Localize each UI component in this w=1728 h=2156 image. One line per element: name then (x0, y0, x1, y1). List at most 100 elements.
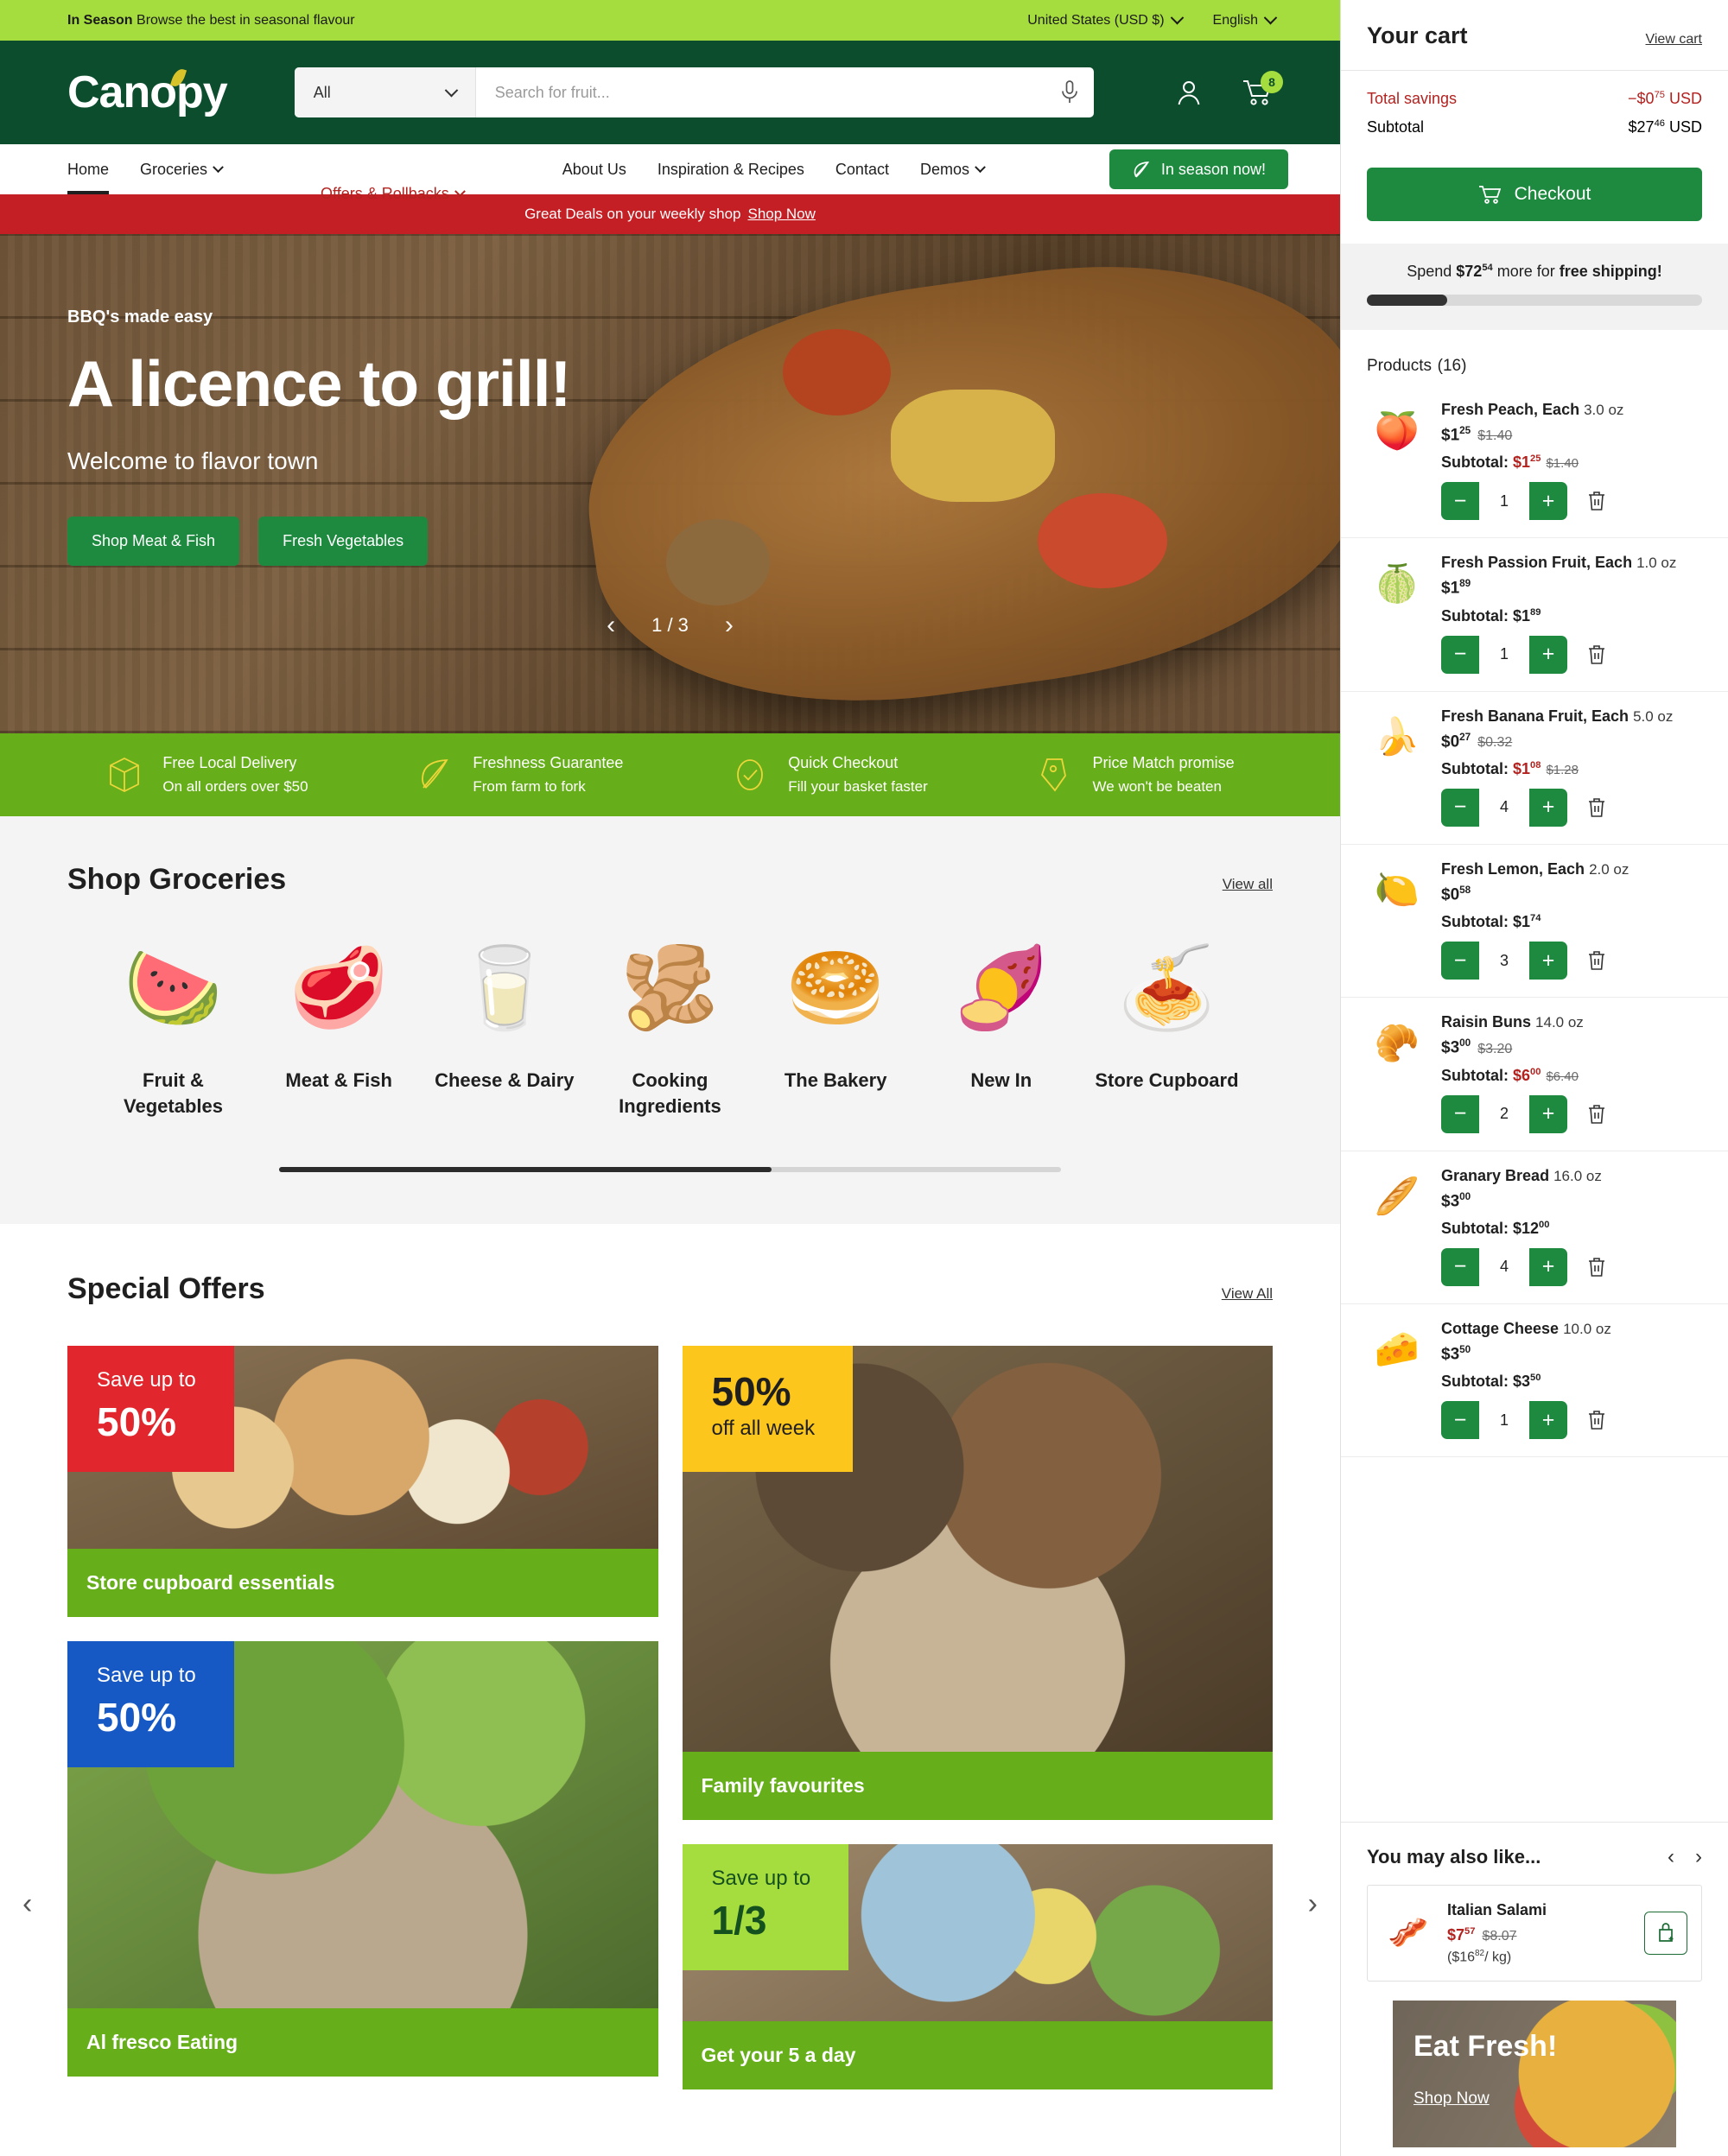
nav-item-demos[interactable]: Demos (920, 144, 986, 194)
decrease-quantity-button[interactable]: − (1441, 942, 1479, 980)
add-to-basket-button[interactable] (1644, 1911, 1687, 1955)
quantity-stepper[interactable]: − 1 + (1441, 482, 1567, 521)
hero-prev-arrow-icon[interactable]: ‹ (607, 612, 615, 638)
cart-item-size: 1.0 oz (1636, 555, 1677, 572)
remove-item-button[interactable] (1586, 490, 1607, 512)
groceries-scrollbar-thumb[interactable] (279, 1167, 772, 1173)
category-label: New In (970, 1069, 1032, 1091)
milk-icon: 🥛 (454, 943, 555, 1032)
feature-freshness: Freshness Guarantee From farm to fork (416, 754, 623, 796)
quantity-stepper[interactable]: − 3 + (1441, 942, 1567, 980)
increase-quantity-button[interactable]: + (1529, 942, 1567, 980)
remove-item-button[interactable] (1586, 644, 1607, 666)
category-card[interactable]: 🥯 The Bakery (756, 936, 916, 1094)
increase-quantity-button[interactable]: + (1529, 1248, 1567, 1286)
remove-item-button[interactable] (1586, 1409, 1607, 1431)
quantity-stepper[interactable]: − 4 + (1441, 1247, 1567, 1286)
fresh-vegetables-button[interactable]: Fresh Vegetables (258, 516, 429, 566)
offer-flag-big: 50% (711, 1369, 791, 1415)
shop-meat-fish-button[interactable]: Shop Meat & Fish (67, 516, 240, 566)
category-card[interactable]: 🍝 Store Cupboard (1087, 936, 1247, 1094)
decrease-quantity-button[interactable]: − (1441, 1095, 1479, 1133)
cart-item-subtotal: Subtotal: $125 $1.40 (1441, 453, 1579, 472)
also-like-next-arrow-icon[interactable]: › (1695, 1845, 1702, 1869)
nav-item-offers-rollbacks[interactable]: Offers & Rollbacks (253, 144, 531, 202)
search-category-select[interactable]: All (294, 67, 476, 117)
cart-item-subtotal: Subtotal: $108 $1.28 (1441, 759, 1579, 777)
voice-search-button[interactable] (1045, 67, 1094, 117)
category-card[interactable]: 🥩 Meat & Fish (259, 936, 419, 1094)
country-selector[interactable]: United States (USD $) (1027, 10, 1184, 29)
hero-carousel-controls: ‹ 1 / 3 › (0, 612, 1340, 638)
quantity-value[interactable]: 1 (1479, 1401, 1529, 1440)
recommended-product-card[interactable]: 🥓 Italian Salami $757 $8.07 ($1682/ kg) (1367, 1884, 1702, 1982)
quantity-value[interactable]: 4 (1479, 1247, 1529, 1286)
trash-icon (1589, 1411, 1604, 1430)
decrease-quantity-button[interactable]: − (1441, 482, 1479, 520)
offers-view-all-link[interactable]: View All (1222, 1285, 1273, 1303)
account-button[interactable] (1174, 78, 1204, 107)
eat-fresh-shop-now-link[interactable]: Shop Now (1414, 2089, 1557, 2108)
quantity-value[interactable]: 2 (1479, 1094, 1529, 1133)
decrease-quantity-button[interactable]: − (1441, 1401, 1479, 1439)
increase-quantity-button[interactable]: + (1529, 1401, 1567, 1439)
quantity-stepper[interactable]: − 2 + (1441, 1094, 1567, 1133)
decrease-quantity-button[interactable]: − (1441, 789, 1479, 827)
cart-item-subtotal: Subtotal: $350 (1441, 1373, 1541, 1391)
increase-quantity-button[interactable]: + (1529, 482, 1567, 520)
eat-fresh-banner[interactable]: Eat Fresh! Shop Now (1393, 2001, 1676, 2147)
decrease-quantity-button[interactable]: − (1441, 636, 1479, 674)
cart-item-size: 16.0 oz (1553, 1167, 1602, 1184)
groceries-scrollbar[interactable] (279, 1167, 1061, 1173)
hero-buttons: Shop Meat & Fish Fresh Vegetables (67, 516, 743, 566)
search-input[interactable] (475, 67, 1045, 117)
nav-item-inspiration-recipes[interactable]: Inspiration & Recipes (658, 144, 804, 194)
groceries-view-all-link[interactable]: View all (1223, 876, 1273, 893)
quantity-stepper[interactable]: − 1 + (1441, 635, 1567, 674)
quantity-value[interactable]: 1 (1479, 635, 1529, 674)
category-card[interactable]: 🍉 Fruit & Vegetables (93, 936, 253, 1119)
increase-quantity-button[interactable]: + (1529, 789, 1567, 827)
nav-item-groceries[interactable]: Groceries (140, 144, 224, 194)
decrease-quantity-button[interactable]: − (1441, 1248, 1479, 1286)
cart-items-list[interactable]: 🍑 Fresh Peach, Each 3.0 oz $125 $1.40 Sub… (1341, 385, 1728, 1822)
increase-quantity-button[interactable]: + (1529, 636, 1567, 674)
nav-item-about-us[interactable]: About Us (562, 144, 626, 194)
remove-item-button[interactable] (1586, 796, 1607, 819)
offers-column-right: 50% off all week Family favourites Save … (682, 1346, 1273, 2090)
remove-item-button[interactable] (1586, 949, 1607, 972)
cart-savings-label: Total savings (1367, 90, 1458, 107)
quantity-stepper[interactable]: − 1 + (1441, 1401, 1567, 1440)
promo-shop-now-link[interactable]: Shop Now (747, 206, 815, 223)
category-card[interactable]: 🫚 Cooking Ingredients (590, 936, 750, 1119)
offer-card-al-fresco[interactable]: Save up to 50% Al fresco Eating (67, 1641, 658, 2077)
increase-quantity-button[interactable]: + (1529, 1095, 1567, 1133)
nav-item-contact[interactable]: Contact (835, 144, 889, 194)
cart-item-price: $125 $1.40 (1441, 425, 1513, 445)
remove-item-button[interactable] (1586, 1256, 1607, 1278)
nav-item-home[interactable]: Home (67, 144, 110, 194)
quantity-value[interactable]: 4 (1479, 788, 1529, 827)
quantity-value[interactable]: 3 (1479, 942, 1529, 980)
groceries-next-arrow-icon[interactable]: › (1308, 1887, 1318, 1921)
category-card[interactable]: 🥛 Cheese & Dairy (424, 936, 584, 1094)
hero-next-arrow-icon[interactable]: › (725, 612, 734, 638)
offer-card-5-a-day[interactable]: Save up to 1/3 Get your 5 a day (682, 1844, 1273, 2090)
groceries-prev-arrow-icon[interactable]: ‹ (22, 1887, 32, 1921)
cart-item: 🍑 Fresh Peach, Each 3.0 oz $125 $1.40 Sub… (1341, 385, 1728, 539)
in-season-now-button[interactable]: In season now! (1109, 149, 1288, 189)
category-card[interactable]: 🍠 New In (921, 936, 1081, 1094)
view-cart-link[interactable]: View cart (1645, 32, 1702, 48)
brand-logo[interactable]: Canopy (67, 67, 228, 118)
category-label: Meat & Fish (285, 1069, 392, 1091)
language-selector[interactable]: English (1213, 10, 1278, 29)
remove-item-button[interactable] (1586, 1103, 1607, 1126)
offer-card-store-cupboard[interactable]: Save up to 50% Store cupboard essentials (67, 1346, 658, 1618)
cart-button[interactable]: 8 (1242, 71, 1283, 107)
checkout-button[interactable]: Checkout (1367, 168, 1702, 221)
quantity-stepper[interactable]: − 4 + (1441, 788, 1567, 827)
quantity-value[interactable]: 1 (1479, 482, 1529, 521)
offer-card-family-favourites[interactable]: 50% off all week Family favourites (682, 1346, 1273, 1821)
also-like-prev-arrow-icon[interactable]: ‹ (1668, 1845, 1674, 1869)
offer-flag-small: off all week (711, 1416, 816, 1440)
